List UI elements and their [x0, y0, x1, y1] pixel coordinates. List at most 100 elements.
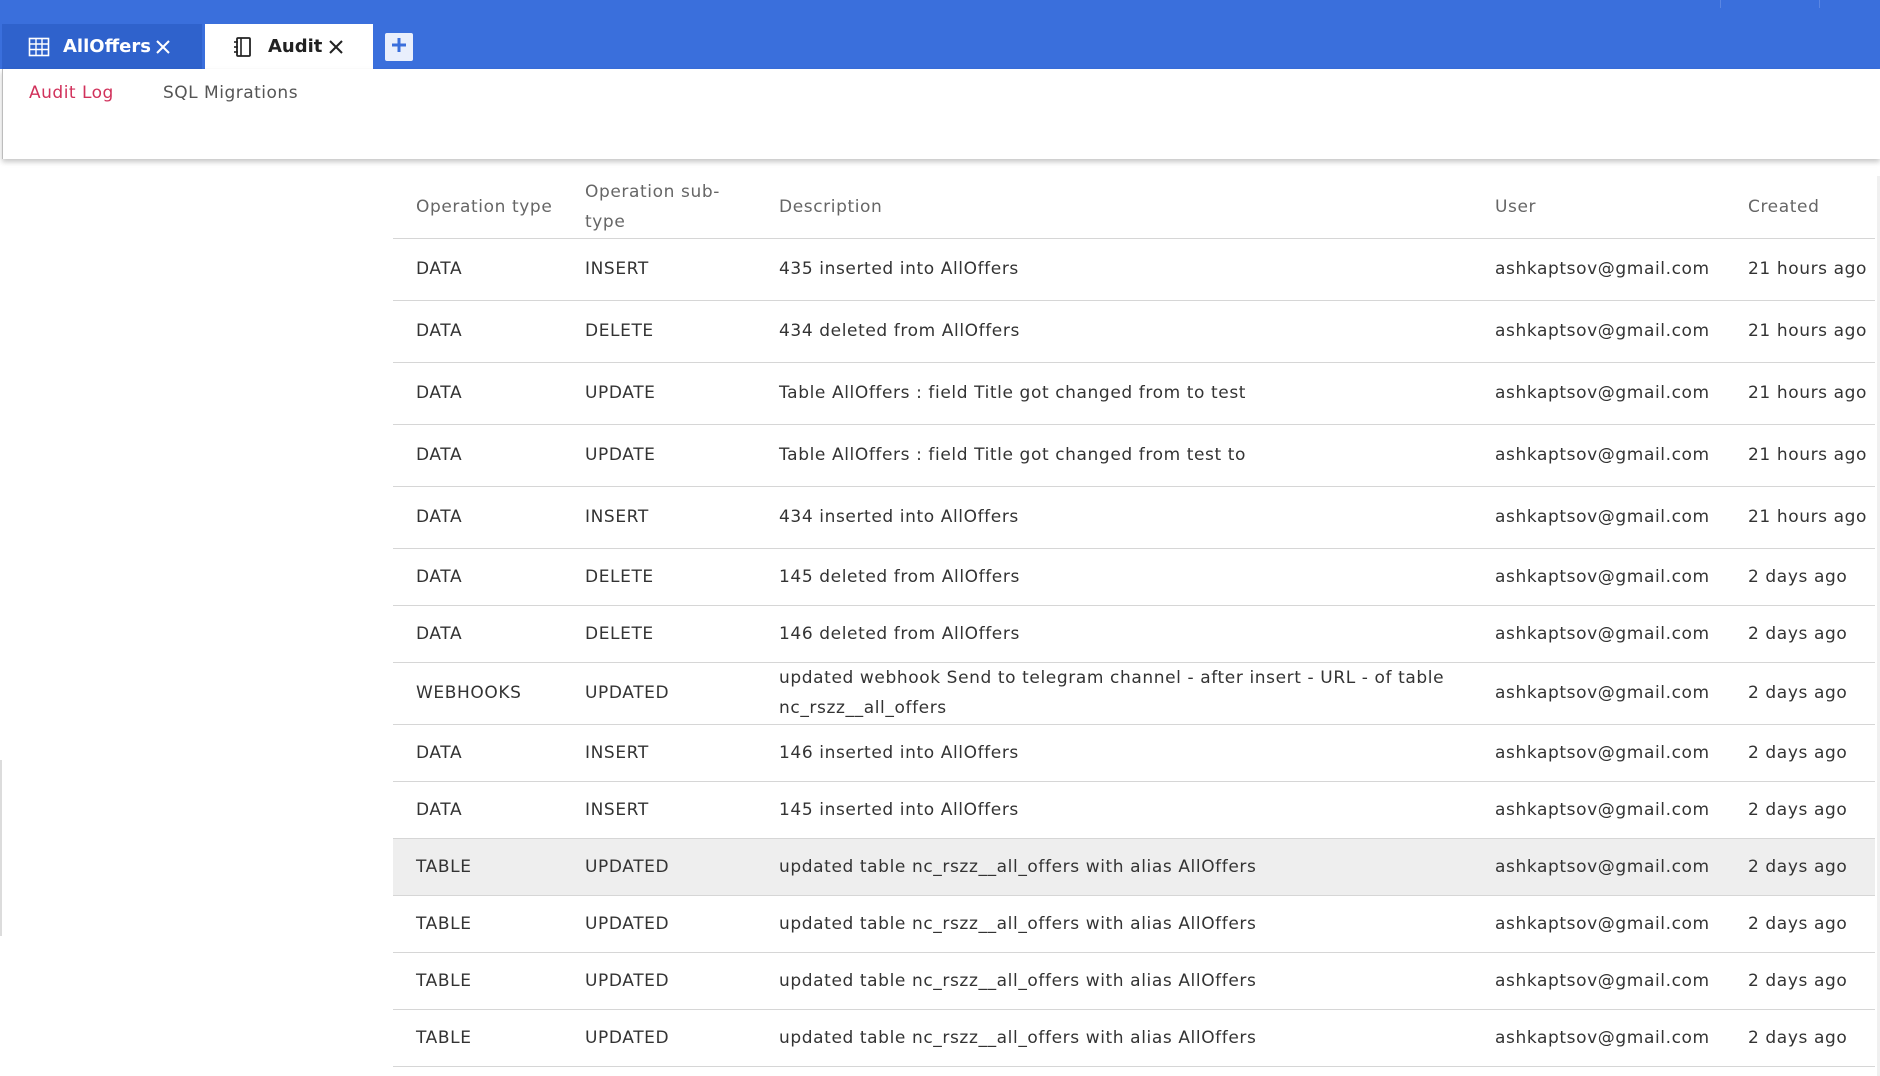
cell-operation-type: DATA	[393, 605, 562, 663]
cell-operation-type: DATA	[393, 362, 562, 425]
column-header-created[interactable]: Created	[1725, 176, 1875, 239]
table-row[interactable]: WEBHOOKS UPDATED updated webhook Send to t…	[393, 662, 1875, 725]
cell-operation-type: DATA	[393, 424, 562, 487]
cell-created: 21 hours ago	[1725, 362, 1875, 425]
cell-operation-type: DATA	[393, 724, 562, 782]
cell-user: ashkaptsov@gmail.com	[1472, 424, 1725, 487]
cell-description: 434 deleted from AllOffers	[756, 300, 1472, 363]
cell-created: 21 hours ago	[1725, 424, 1875, 487]
cell-operation-sub-type: DELETE	[562, 300, 756, 363]
column-header-operation-sub-type[interactable]: Operation sub-type	[562, 176, 756, 239]
cell-user: ashkaptsov@gmail.com	[1472, 952, 1725, 1010]
top-tab-bar: AllOffers Audit	[0, 0, 1880, 69]
subtab-audit-log[interactable]: Audit Log	[29, 83, 114, 103]
table-row[interactable]: DATA DELETE 146 deleted from AllOffers ashk…	[393, 605, 1875, 663]
cell-user: ashkaptsov@gmail.com	[1472, 605, 1725, 663]
cell-description: updated webhook Send to telegram channel…	[756, 662, 1472, 725]
grid-icon	[28, 36, 50, 58]
table-row[interactable]: DATA DELETE 434 deleted from AllOffers ashk…	[393, 300, 1875, 363]
cell-operation-type: DATA	[393, 486, 562, 549]
cell-description: updated table nc_rszz__all_offers with a…	[756, 838, 1472, 896]
notebook-icon	[232, 36, 254, 58]
cell-description: 435 inserted into AllOffers	[756, 238, 1472, 301]
cell-operation-type: DATA	[393, 548, 562, 606]
cell-description: updated table nc_rszz__all_offers with a…	[756, 895, 1472, 953]
cell-operation-sub-type: UPDATE	[562, 424, 756, 487]
plus-icon	[389, 35, 409, 59]
close-icon[interactable]	[327, 38, 345, 56]
cell-user: ashkaptsov@gmail.com	[1472, 724, 1725, 782]
cell-user: ashkaptsov@gmail.com	[1472, 238, 1725, 301]
tab-audit[interactable]: Audit	[205, 24, 373, 69]
cell-operation-sub-type: UPDATED	[562, 952, 756, 1010]
cell-operation-type: DATA	[393, 781, 562, 839]
cell-description: 146 inserted into AllOffers	[756, 724, 1472, 782]
table-row[interactable]: TABLE UPDATED updated table nc_rszz__all_o…	[393, 838, 1875, 896]
cell-created: 21 hours ago	[1725, 486, 1875, 549]
cell-user: ashkaptsov@gmail.com	[1472, 662, 1725, 725]
cell-description: updated table nc_rszz__all_offers with a…	[756, 952, 1472, 1010]
cell-user: ashkaptsov@gmail.com	[1472, 362, 1725, 425]
cell-operation-type: TABLE	[393, 895, 562, 953]
main-content: Operation type Operation sub-type Descri…	[0, 162, 1880, 1076]
cell-operation-type: TABLE	[393, 1009, 562, 1067]
subtab-sql-migrations[interactable]: SQL Migrations	[163, 83, 298, 103]
column-header-operation-type[interactable]: Operation type	[393, 176, 562, 239]
cell-operation-sub-type: UPDATED	[562, 662, 756, 725]
table-row[interactable]: DATA INSERT 435 inserted into AllOffers ash…	[393, 238, 1875, 301]
cell-created: 2 days ago	[1725, 605, 1875, 663]
cell-operation-sub-type: INSERT	[562, 238, 756, 301]
table-row[interactable]: DATA INSERT 146 inserted into AllOffers ash…	[393, 724, 1875, 782]
cell-user: ashkaptsov@gmail.com	[1472, 895, 1725, 953]
cell-description: Table AllOffers : field Title got change…	[756, 362, 1472, 425]
table-row[interactable]: DATA UPDATE Table AllOffers : field Title …	[393, 424, 1875, 487]
cell-description: 145 inserted into AllOffers	[756, 781, 1472, 839]
column-header-user[interactable]: User	[1472, 176, 1725, 239]
table-row[interactable]: DATA INSERT 145 inserted into AllOffers ash…	[393, 781, 1875, 839]
cell-operation-sub-type: UPDATE	[562, 362, 756, 425]
cell-operation-sub-type: INSERT	[562, 486, 756, 549]
table-header-row: Operation type Operation sub-type Descri…	[393, 176, 1875, 239]
audit-log-table: Operation type Operation sub-type Descri…	[393, 176, 1875, 1067]
cell-operation-type: TABLE	[393, 838, 562, 896]
cell-created: 2 days ago	[1725, 838, 1875, 896]
cell-description: Table AllOffers : field Title got change…	[756, 424, 1472, 487]
table-row[interactable]: TABLE UPDATED updated table nc_rszz__all_o…	[393, 952, 1875, 1010]
audit-subnav: Audit Log SQL Migrations	[2, 69, 1880, 159]
cell-created: 2 days ago	[1725, 548, 1875, 606]
cell-created: 2 days ago	[1725, 724, 1875, 782]
cell-user: ashkaptsov@gmail.com	[1472, 548, 1725, 606]
table-row[interactable]: DATA INSERT 434 inserted into AllOffers ash…	[393, 486, 1875, 549]
table-row[interactable]: TABLE UPDATED updated table nc_rszz__all_o…	[393, 895, 1875, 953]
table-row[interactable]: TABLE UPDATED updated table nc_rszz__all_o…	[393, 1009, 1875, 1067]
cell-user: ashkaptsov@gmail.com	[1472, 486, 1725, 549]
divider	[0, 760, 2, 936]
cell-user: ashkaptsov@gmail.com	[1472, 1009, 1725, 1067]
cell-operation-sub-type: UPDATED	[562, 838, 756, 896]
cell-operation-sub-type: UPDATED	[562, 1009, 756, 1067]
cell-created: 2 days ago	[1725, 781, 1875, 839]
cell-created: 2 days ago	[1725, 895, 1875, 953]
cell-description: updated table nc_rszz__all_offers with a…	[756, 1009, 1472, 1067]
cell-operation-type: DATA	[393, 238, 562, 301]
table-row[interactable]: DATA DELETE 145 deleted from AllOffers ashk…	[393, 548, 1875, 606]
cell-operation-sub-type: UPDATED	[562, 895, 756, 953]
cell-operation-sub-type: INSERT	[562, 781, 756, 839]
cell-description: 146 deleted from AllOffers	[756, 605, 1472, 663]
window-controls-area	[1720, 0, 1880, 8]
cell-created: 21 hours ago	[1725, 238, 1875, 301]
cell-user: ashkaptsov@gmail.com	[1472, 300, 1725, 363]
close-icon[interactable]	[154, 38, 172, 56]
tab-label: AllOffers	[63, 36, 151, 57]
cell-operation-sub-type: DELETE	[562, 548, 756, 606]
column-header-description[interactable]: Description	[756, 176, 1472, 239]
add-tab-button[interactable]	[385, 33, 413, 61]
cell-created: 21 hours ago	[1725, 300, 1875, 363]
cell-operation-type: WEBHOOKS	[393, 662, 562, 725]
table-row[interactable]: DATA UPDATE Table AllOffers : field Title …	[393, 362, 1875, 425]
tab-alloffers[interactable]: AllOffers	[2, 24, 202, 69]
cell-description: 434 inserted into AllOffers	[756, 486, 1472, 549]
cell-created: 2 days ago	[1725, 952, 1875, 1010]
cell-user: ashkaptsov@gmail.com	[1472, 838, 1725, 896]
cell-operation-sub-type: INSERT	[562, 724, 756, 782]
